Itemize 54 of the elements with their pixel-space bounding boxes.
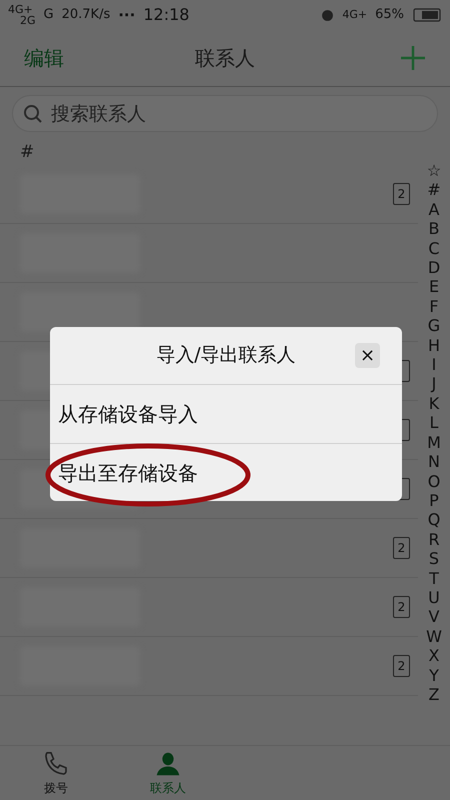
index-letter[interactable]: C bbox=[428, 238, 440, 258]
index-letter[interactable]: R bbox=[428, 530, 440, 550]
index-letter[interactable]: D bbox=[428, 258, 440, 278]
index-letter[interactable]: O bbox=[428, 472, 440, 491]
signal-label: 2G bbox=[19, 15, 36, 26]
sim-badge: 2 bbox=[393, 655, 410, 677]
index-letter[interactable]: F bbox=[429, 296, 439, 316]
dialog-option[interactable]: 从存储设备导入 bbox=[50, 385, 402, 443]
index-letter[interactable]: V bbox=[428, 607, 440, 627]
sim-badge: 2 bbox=[393, 596, 410, 618]
index-letter[interactable]: B bbox=[428, 219, 440, 239]
index-letter[interactable]: L bbox=[430, 413, 438, 433]
more-label: ··· bbox=[118, 4, 136, 26]
network-label: G bbox=[44, 6, 54, 24]
tab[interactable]: 拨号 bbox=[0, 746, 112, 800]
index-letter[interactable]: N bbox=[428, 452, 440, 472]
index-letter[interactable]: W bbox=[426, 626, 442, 646]
index-letter[interactable]: T bbox=[429, 568, 439, 588]
index-letter[interactable]: P bbox=[429, 490, 439, 510]
sim-badge: 2 bbox=[393, 183, 410, 205]
index-letter[interactable]: Q bbox=[428, 510, 440, 530]
plus-icon bbox=[400, 45, 426, 71]
tab[interactable]: 联系人 bbox=[112, 746, 224, 800]
index-letter[interactable]: U bbox=[428, 588, 440, 608]
battery-icon bbox=[412, 8, 442, 22]
index-letter[interactable]: H bbox=[428, 336, 440, 356]
time-label: 12:18 bbox=[143, 4, 190, 26]
page-title: 联系人 bbox=[194, 45, 256, 72]
index-letter[interactable]: # bbox=[427, 180, 441, 200]
index-letter[interactable]: I bbox=[432, 355, 436, 374]
close-button[interactable]: × bbox=[355, 343, 380, 368]
index-letter[interactable]: G bbox=[428, 316, 440, 336]
section-header: # bbox=[20, 144, 34, 161]
battery-label: 65% bbox=[375, 6, 404, 24]
sim-badge: 2 bbox=[393, 537, 410, 559]
index-letter[interactable]: E bbox=[428, 277, 440, 297]
index-letter[interactable]: S bbox=[428, 549, 440, 569]
search-field[interactable]: 搜索联系人 bbox=[12, 95, 438, 132]
index-letter[interactable]: X bbox=[428, 646, 440, 666]
signal-label: 4G+ bbox=[8, 4, 33, 15]
dialog-title: 导入/导出联系人 bbox=[156, 343, 296, 368]
dialog-option[interactable]: 导出至存储设备 bbox=[50, 443, 402, 501]
index-letter[interactable]: ☆ bbox=[426, 161, 442, 180]
search-icon bbox=[23, 104, 43, 124]
alarm-icon bbox=[321, 8, 334, 22]
index-letter[interactable]: Y bbox=[429, 666, 439, 685]
network-label: 4G+ bbox=[342, 6, 368, 23]
index-letter[interactable]: K bbox=[428, 394, 440, 414]
speed-label: 20.7K/s bbox=[62, 6, 110, 24]
index-letter[interactable]: J bbox=[432, 374, 436, 394]
index-letter[interactable]: A bbox=[428, 200, 440, 220]
index-letter[interactable]: Z bbox=[428, 684, 440, 704]
index-letter[interactable]: M bbox=[427, 432, 441, 452]
edit-button[interactable]: 编辑 bbox=[24, 43, 84, 73]
